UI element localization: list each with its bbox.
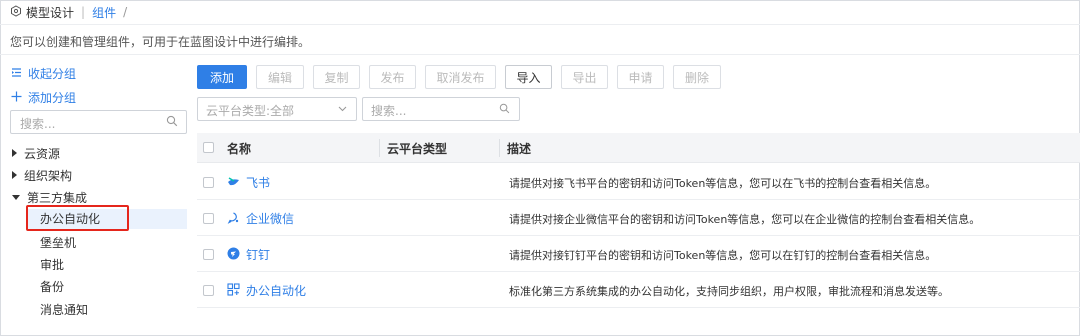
- table-row[interactable]: 办公自动化 标准化第三方系统集成的办公自动化，支持同步组织，用户权限，审批流程和…: [197, 272, 1080, 308]
- component-name: 钉钉: [246, 248, 271, 262]
- import-button[interactable]: 导入: [505, 65, 552, 89]
- table-row[interactable]: 飞书 请提供对接飞书平台的密钥和访问Token等信息，您可以在飞书的控制台查看相…: [197, 164, 1080, 200]
- collapse-groups-label: 收起分组: [28, 67, 77, 81]
- component-name-link[interactable]: 飞书: [227, 174, 270, 191]
- row-checkbox[interactable]: [203, 285, 214, 296]
- expand-arrow-icon[interactable]: [12, 171, 17, 179]
- component-name-link[interactable]: 钉钉: [227, 246, 270, 263]
- tree-item-third-party[interactable]: 第三方集成: [12, 188, 87, 206]
- add-button[interactable]: 添加: [197, 65, 247, 89]
- row-checkbox[interactable]: [203, 177, 214, 188]
- tree-child-backup[interactable]: 备份: [40, 278, 64, 296]
- description-divider: [0, 54, 1080, 55]
- column-header-description[interactable]: 描述: [507, 140, 531, 157]
- header-divider: [0, 24, 1080, 25]
- component-description: 标准化第三方系统集成的办公自动化，支持同步组织，用户权限，审批流程和消息发送等。: [509, 285, 949, 298]
- column-header-cloud-type[interactable]: 云平台类型: [387, 140, 447, 157]
- breadcrumb-home[interactable]: 模型设计: [26, 4, 74, 21]
- component-description: 请提供对接钉钉平台的密钥和访问Token等信息，您可以在钉钉的控制台查看相关信息…: [509, 249, 937, 262]
- tree-child-bastion-host[interactable]: 堡垒机: [40, 234, 76, 252]
- tree-item-org-structure[interactable]: 组织架构: [12, 166, 72, 184]
- edit-button[interactable]: 编辑: [256, 65, 304, 89]
- cloud-type-select[interactable]: 云平台类型:全部: [197, 97, 357, 121]
- column-divider: [499, 139, 500, 157]
- search-icon[interactable]: [166, 115, 178, 130]
- export-button[interactable]: 导出: [561, 65, 608, 89]
- apply-button[interactable]: 申请: [617, 65, 664, 89]
- tree-child-notification[interactable]: 消息通知: [40, 301, 88, 319]
- table-header: 名称 云平台类型 描述: [197, 133, 1080, 163]
- component-search-placeholder: 搜索...: [371, 104, 407, 118]
- delete-button[interactable]: 删除: [673, 65, 721, 89]
- wecom-icon: [227, 211, 240, 227]
- component-description: 请提供对接企业微信平台的密钥和访问Token等信息，您可以在企业微信的控制台查看…: [509, 213, 981, 226]
- dingtalk-icon: [227, 247, 240, 263]
- plus-icon: [11, 91, 22, 105]
- cloud-type-select-value: 云平台类型:全部: [206, 104, 295, 118]
- group-search-input[interactable]: 搜索...: [10, 110, 187, 134]
- row-checkbox[interactable]: [203, 249, 214, 260]
- model-design-icon: [10, 4, 22, 20]
- highlight-annotation-box: [26, 205, 129, 231]
- tree-child-approval[interactable]: 审批: [40, 256, 64, 274]
- page-description: 您可以创建和管理组件，可用于在蓝图设计中进行编排。: [10, 35, 311, 49]
- row-checkbox[interactable]: [203, 213, 214, 224]
- component-search-input[interactable]: 搜索...: [362, 97, 520, 121]
- breadcrumb-divider: |: [81, 5, 86, 19]
- tree-item-label: 云资源: [24, 146, 61, 161]
- group-search-placeholder: 搜索...: [20, 117, 56, 131]
- component-name-link[interactable]: 办公自动化: [227, 282, 306, 299]
- copy-button[interactable]: 复制: [313, 65, 360, 89]
- component-description: 请提供对接飞书平台的密钥和访问Token等信息，您可以在飞书的控制台查看相关信息…: [509, 177, 937, 190]
- component-name: 飞书: [246, 176, 271, 190]
- tree-item-label: 第三方集成: [27, 190, 88, 205]
- expand-arrow-icon[interactable]: [12, 149, 17, 157]
- chevron-down-icon: [337, 103, 348, 117]
- search-icon[interactable]: [499, 103, 510, 117]
- component-name: 企业微信: [246, 212, 295, 226]
- collapse-list-icon: [11, 67, 22, 81]
- publish-button[interactable]: 发布: [369, 65, 416, 89]
- add-group-label: 添加分组: [28, 91, 77, 105]
- office-automation-icon: [227, 282, 240, 299]
- table-row[interactable]: 钉钉 请提供对接钉钉平台的密钥和访问Token等信息，您可以在钉钉的控制台查看相…: [197, 236, 1080, 272]
- column-header-name[interactable]: 名称: [227, 140, 251, 157]
- add-group-button[interactable]: 添加分组: [11, 89, 76, 106]
- column-divider: [379, 139, 380, 157]
- table-row[interactable]: 企业微信 请提供对接企业微信平台的密钥和访问Token等信息，您可以在企业微信的…: [197, 200, 1080, 236]
- tree-item-label: 组织架构: [24, 168, 73, 183]
- collapse-arrow-icon[interactable]: [12, 194, 20, 200]
- breadcrumb: 模型设计 | 组件 /: [10, 4, 127, 20]
- collapse-groups-button[interactable]: 收起分组: [11, 65, 76, 82]
- feishu-icon: [227, 175, 240, 191]
- component-name-link[interactable]: 企业微信: [227, 210, 294, 227]
- select-all-checkbox[interactable]: [203, 142, 214, 153]
- breadcrumb-current[interactable]: 组件: [92, 4, 116, 21]
- component-name: 办公自动化: [246, 284, 307, 298]
- tree-item-cloud-resources[interactable]: 云资源: [12, 144, 60, 162]
- breadcrumb-slash: /: [123, 5, 128, 19]
- unpublish-button[interactable]: 取消发布: [425, 65, 496, 89]
